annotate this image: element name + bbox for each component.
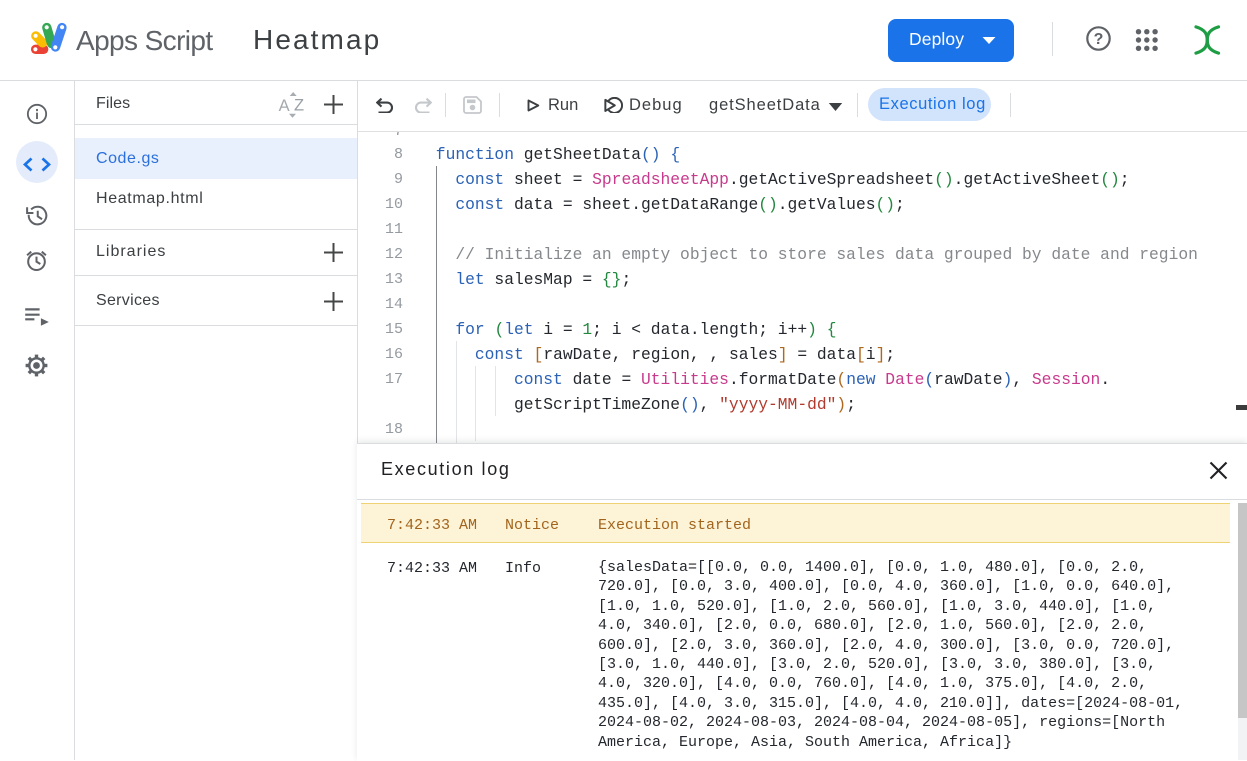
svg-text:?: ? <box>1094 31 1104 48</box>
svg-text:A: A <box>279 97 290 115</box>
svg-text:Z: Z <box>294 97 304 115</box>
